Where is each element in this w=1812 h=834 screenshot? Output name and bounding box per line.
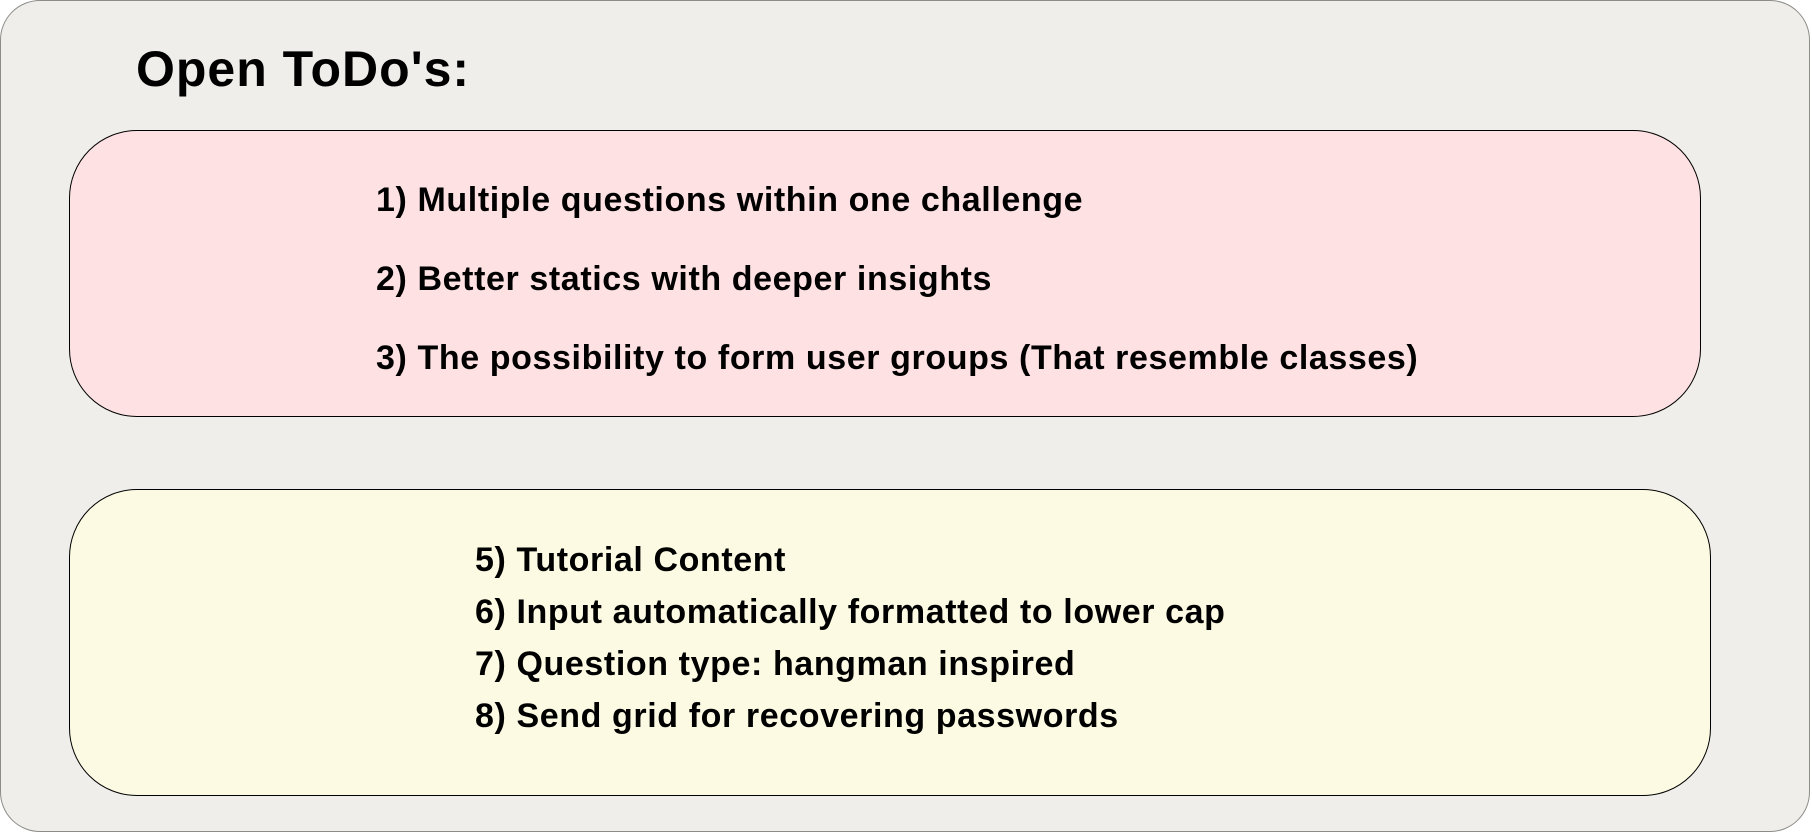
todo-item: 7) Question type: hangman inspired xyxy=(475,645,1076,683)
todo-list-priority: 1) Multiple questions within one challen… xyxy=(376,180,1418,417)
todo-panel-priority: 1) Multiple questions within one challen… xyxy=(69,130,1701,417)
page-title: Open ToDo's: xyxy=(136,41,471,97)
todo-item: 3) The possibility to form user groups (… xyxy=(376,339,1419,377)
todo-item: 6) Input automatically formatted to lowe… xyxy=(475,593,1226,631)
todo-panel-secondary: 5) Tutorial Content 6) Input automatical… xyxy=(69,489,1711,796)
todo-item: 5) Tutorial Content xyxy=(475,541,787,579)
todo-item: 2) Better statics with deeper insights xyxy=(376,260,993,298)
todo-item: 8) Send grid for recovering passwords xyxy=(475,697,1119,735)
todo-list-secondary: 5) Tutorial Content 6) Input automatical… xyxy=(475,540,1226,748)
slide-canvas: Open ToDo's: 1) Multiple questions withi… xyxy=(0,0,1810,832)
todo-item: 1) Multiple questions within one challen… xyxy=(376,181,1084,219)
